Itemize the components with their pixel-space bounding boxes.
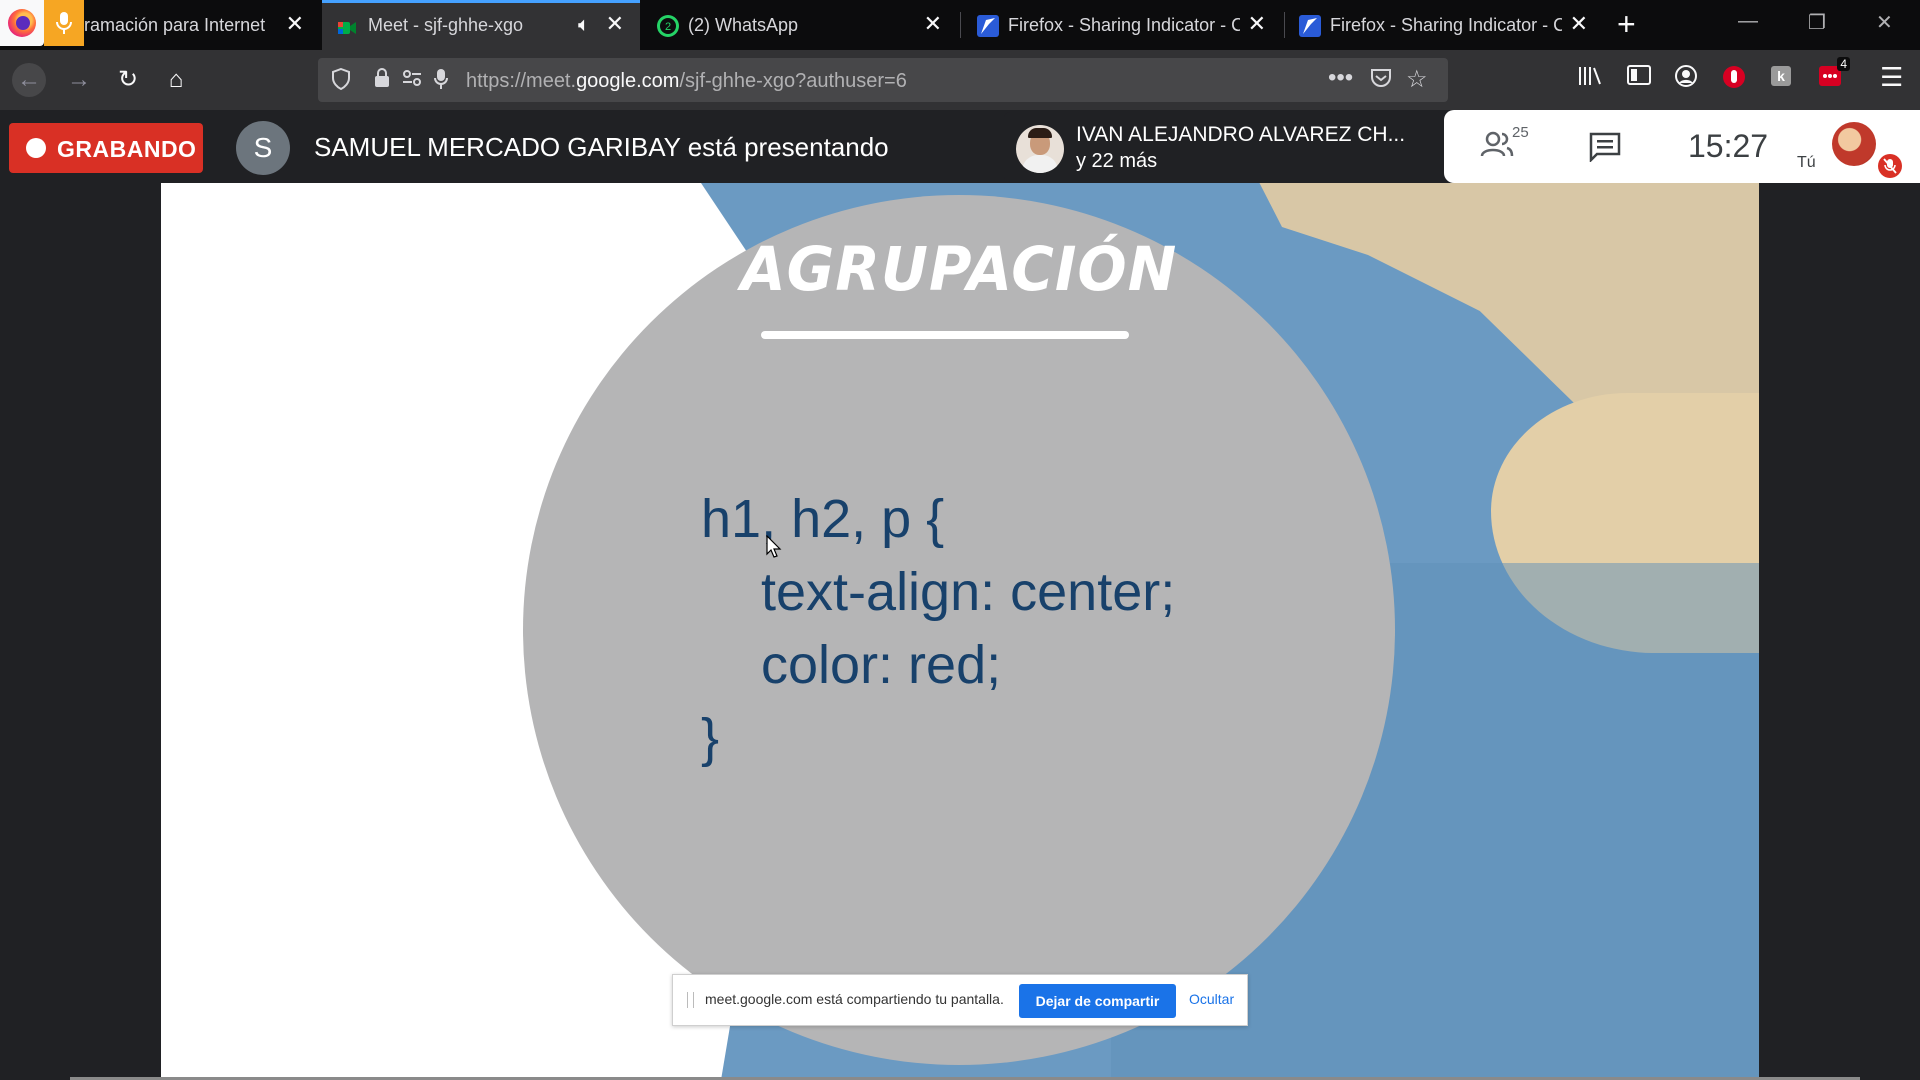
- code-line: text-align: center;: [701, 562, 1176, 622]
- hide-button[interactable]: Ocultar: [1189, 991, 1234, 1007]
- tab-sharing-indicator-1[interactable]: Firefox - Sharing Indicator - C ✕: [962, 0, 1282, 50]
- lock-icon[interactable]: [374, 68, 390, 94]
- screen-sharing-indicator[interactable]: meet.google.com está compartiendo tu pan…: [672, 974, 1248, 1026]
- tab-meet[interactable]: Meet - sjf-ghhe-xgo 🔈︎ ✕: [322, 0, 640, 50]
- close-tab-icon[interactable]: ✕: [1570, 13, 1588, 35]
- speaker-avatar: [1016, 125, 1064, 173]
- red-hand-extension-icon[interactable]: [1722, 65, 1746, 95]
- home-button[interactable]: ⌂: [159, 63, 193, 97]
- extension-k-icon[interactable]: k: [1770, 65, 1792, 93]
- window-close-button[interactable]: ✕: [1876, 10, 1893, 35]
- meet-top-bar: GRABANDO S SAMUEL MERCADO GARIBAY está p…: [0, 110, 1920, 183]
- presenter-text: SAMUEL MERCADO GARIBAY está presentando: [314, 132, 889, 162]
- svg-text:k: k: [1777, 68, 1785, 84]
- close-tab-icon[interactable]: ✕: [924, 13, 942, 35]
- extension-badge: 4: [1837, 57, 1850, 71]
- speaker-name: IVAN ALEJANDRO ALVAREZ CH...: [1076, 123, 1406, 146]
- extension-menu-icon[interactable]: 4: [1818, 57, 1850, 93]
- tab-title: (2) WhatsApp: [688, 15, 799, 35]
- microphone-sharing-icon[interactable]: [44, 0, 84, 46]
- microphone-icon[interactable]: [434, 68, 448, 96]
- permissions-icon[interactable]: [402, 68, 422, 94]
- participants-count: 25: [1512, 124, 1529, 141]
- tab-title: Meet - sjf-ghhe-xgo: [368, 15, 524, 35]
- presentation-stage: AGRUPACIÓN h1, h2, p { text-align: cente…: [0, 183, 1920, 1080]
- reload-button[interactable]: ↻: [111, 63, 145, 97]
- mouse-pointer-icon: [766, 535, 782, 558]
- speaker-more: y 22 más: [1076, 150, 1158, 172]
- record-dot-icon: [26, 138, 46, 158]
- chat-icon[interactable]: [1589, 132, 1621, 167]
- back-button[interactable]: ←: [12, 63, 46, 97]
- tab-strip: ramación para Internet ✕ Meet - sjf-ghhe…: [0, 0, 1920, 50]
- active-speaker[interactable]: IVAN ALEJANDRO ALVAREZ CH... y 22 más: [1004, 112, 1444, 182]
- close-tab-icon[interactable]: ✕: [606, 13, 624, 35]
- sidebar-icon[interactable]: [1627, 65, 1651, 91]
- minimize-button[interactable]: —: [1738, 10, 1758, 33]
- code-line: color: red;: [701, 635, 1002, 695]
- recording-label: GRABANDO: [57, 136, 197, 162]
- whatsapp-icon: 2: [656, 14, 679, 37]
- tab-title: Firefox - Sharing Indicator - C: [1008, 15, 1240, 35]
- tracking-protection-shield-icon[interactable]: [332, 67, 350, 96]
- bookmark-star-icon[interactable]: ☆: [1406, 65, 1428, 94]
- title-underline: [761, 331, 1129, 339]
- participants-icon[interactable]: [1480, 130, 1514, 163]
- pocket-icon[interactable]: [1370, 68, 1392, 94]
- stop-sharing-button[interactable]: Dejar de compartir: [1019, 984, 1176, 1018]
- tab-programacion[interactable]: ramación para Internet ✕: [84, 0, 320, 50]
- firefox-logo-icon[interactable]: [0, 0, 44, 46]
- tab-title: ramación para Internet: [84, 15, 266, 35]
- sharing-indicator-icon: [1298, 14, 1321, 37]
- page-actions-icon[interactable]: •••: [1328, 64, 1353, 92]
- restore-button[interactable]: ❐: [1808, 10, 1826, 35]
- close-tab-icon[interactable]: ✕: [286, 13, 304, 35]
- tab-title: Firefox - Sharing Indicator - C: [1330, 15, 1562, 35]
- sharing-message: meet.google.com está compartiendo tu pan…: [705, 991, 1004, 1007]
- tab-whatsapp[interactable]: 2 (2) WhatsApp ✕: [642, 0, 958, 50]
- you-label: Tú: [1797, 154, 1816, 171]
- slide-circle: AGRUPACIÓN h1, h2, p { text-align: cente…: [523, 195, 1395, 1065]
- library-icon[interactable]: [1578, 65, 1602, 93]
- code-line: }: [701, 708, 720, 768]
- mic-muted-icon: [1878, 154, 1902, 178]
- svg-text:2: 2: [665, 21, 671, 33]
- url-text[interactable]: https://meet.google.com/sjf-ghhe-xgo?aut…: [466, 70, 907, 93]
- forward-button[interactable]: →: [62, 63, 96, 97]
- drag-handle-icon[interactable]: [687, 992, 694, 1008]
- meeting-clock: 15:27: [1688, 128, 1769, 164]
- shared-slide: AGRUPACIÓN h1, h2, p { text-align: cente…: [161, 183, 1759, 1080]
- sharing-indicator-icon: [976, 14, 999, 37]
- tab-separator: [960, 12, 961, 38]
- recording-button[interactable]: GRABANDO: [9, 123, 203, 173]
- presenter-avatar: S: [236, 121, 290, 175]
- code-block: h1, h2, p { text-align: center; color: r…: [701, 483, 1175, 775]
- url-bar[interactable]: https://meet.google.com/sjf-ghhe-xgo?aut…: [318, 58, 1448, 102]
- tab-sharing-indicator-2[interactable]: Firefox - Sharing Indicator - C ✕: [1284, 0, 1604, 50]
- slide-title: AGRUPACIÓN: [740, 233, 1178, 305]
- self-avatar[interactable]: [1832, 122, 1876, 166]
- new-tab-button[interactable]: +: [1617, 8, 1636, 40]
- meet-controls-panel: 25 15:27 Tú: [1444, 110, 1920, 183]
- speaker-audio-icon[interactable]: 🔈︎: [578, 14, 590, 37]
- account-icon[interactable]: [1675, 65, 1697, 93]
- navigation-bar: ← → ↻ ⌂ https://meet.google.com/sjf-ghhe…: [0, 50, 1920, 110]
- google-meet-icon: [336, 17, 358, 39]
- hamburger-menu-icon[interactable]: ☰: [1880, 62, 1903, 93]
- close-tab-icon[interactable]: ✕: [1248, 13, 1266, 35]
